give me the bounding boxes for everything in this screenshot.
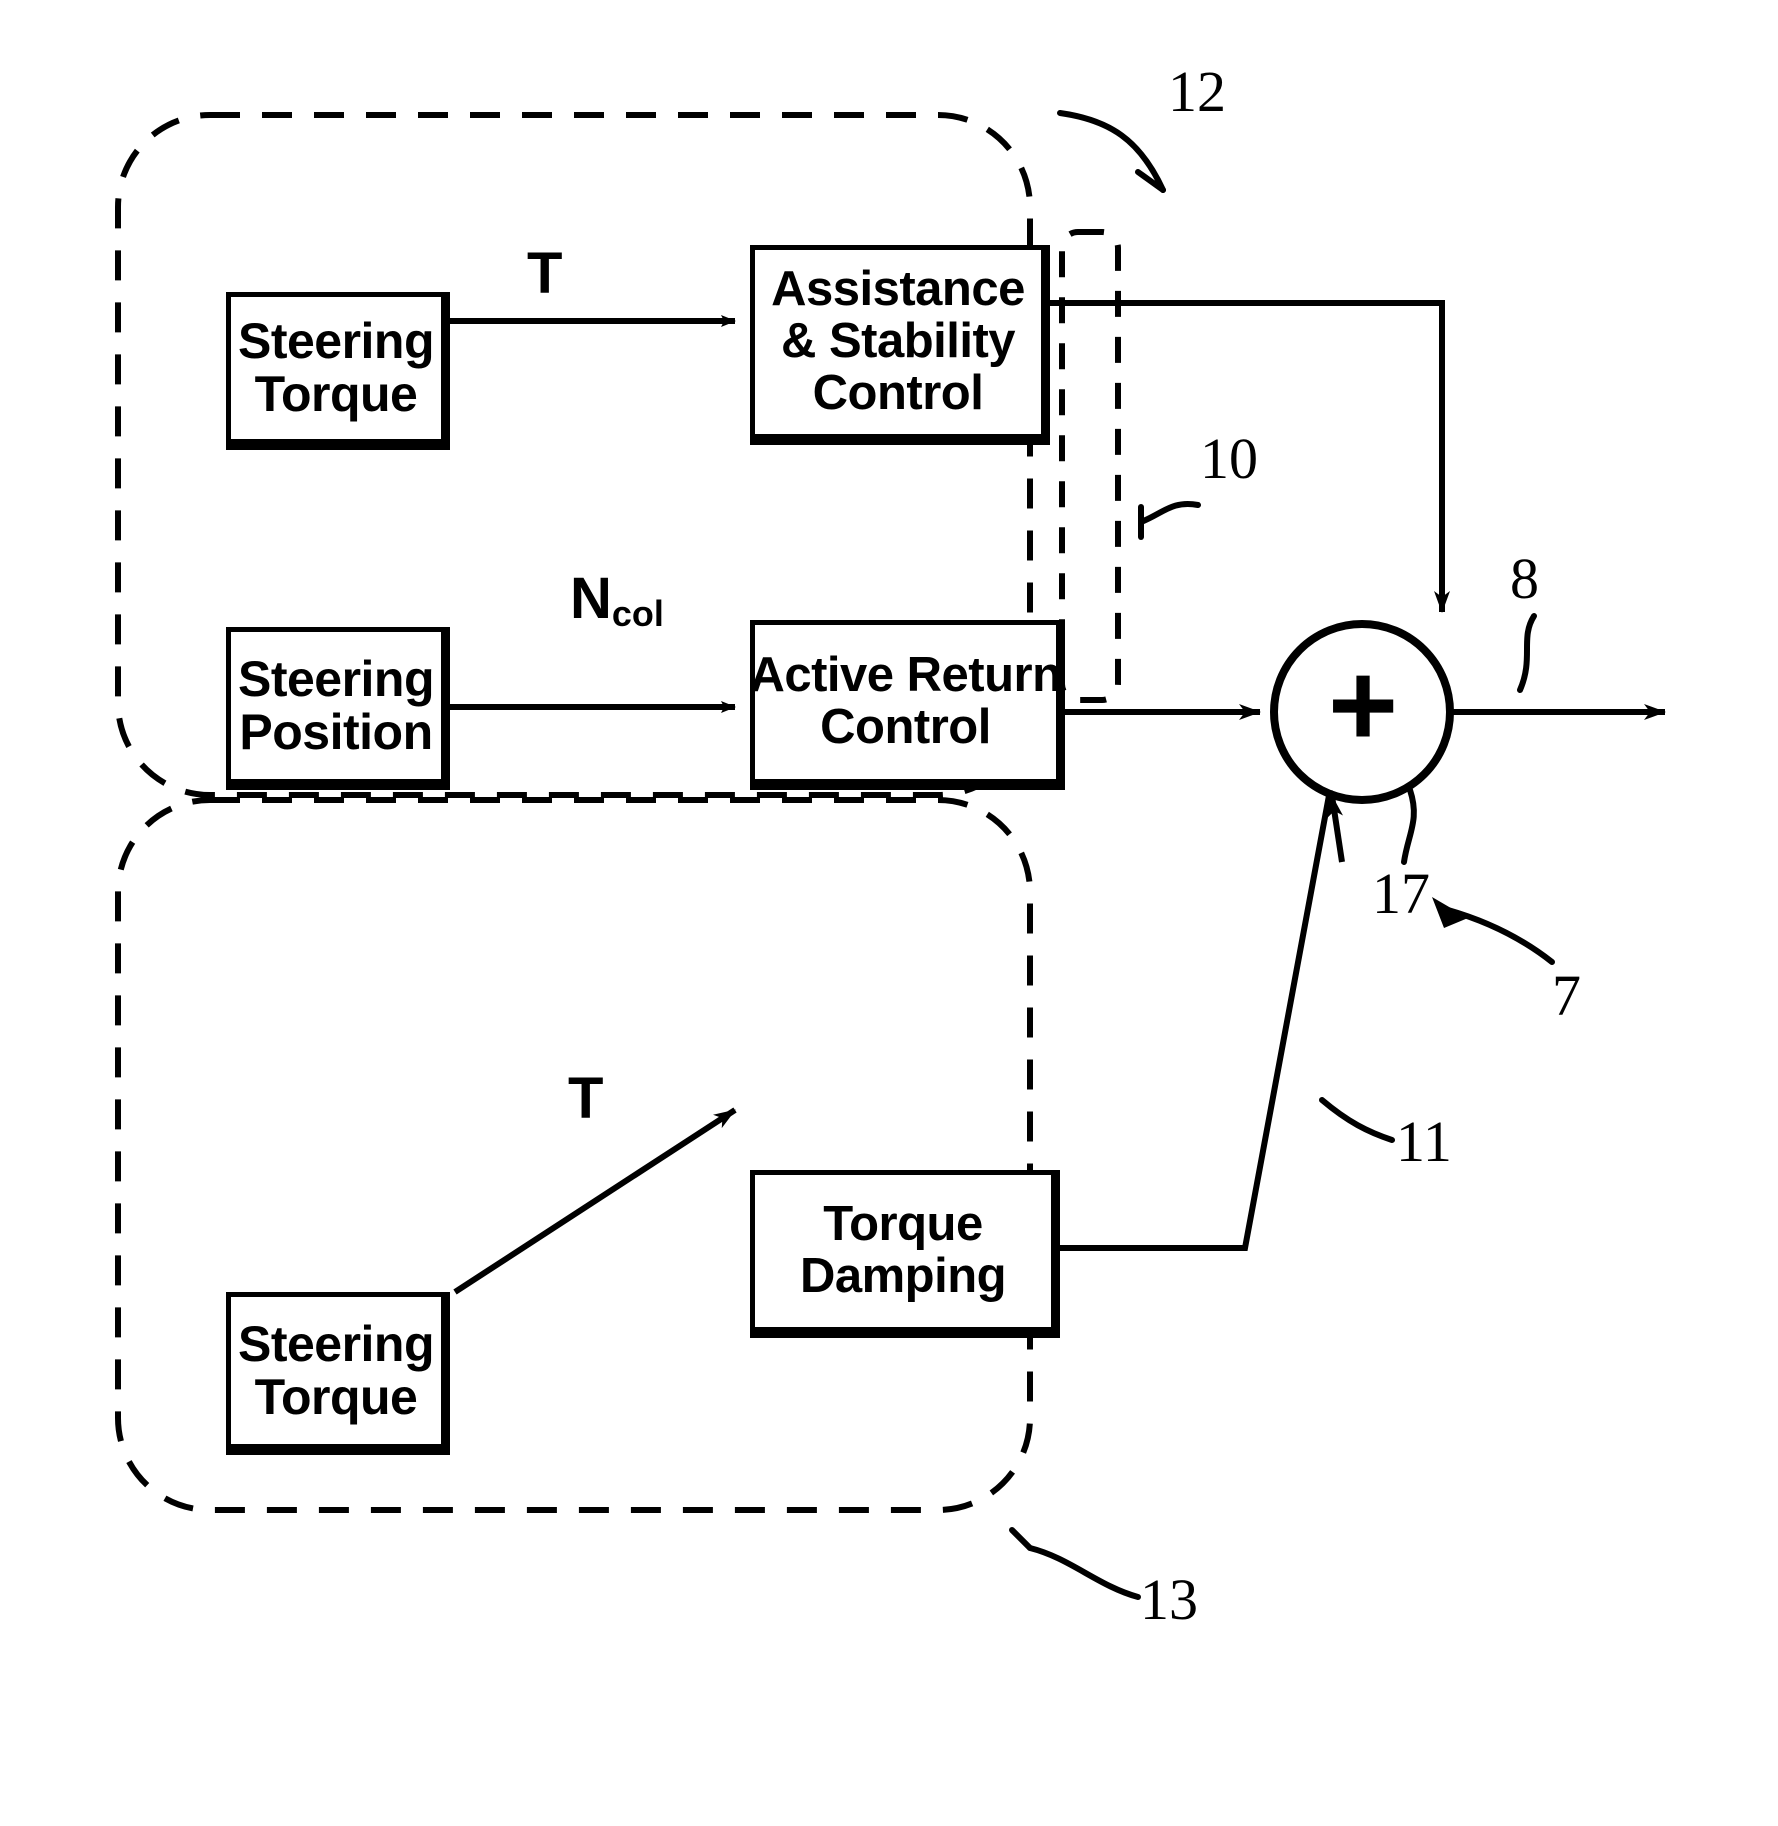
- leader-13-tick: [1009, 1527, 1033, 1551]
- block-active-return-control[interactable]: Active Return Control: [749, 620, 1065, 790]
- wire-damping-to-sum: [1060, 789, 1333, 1251]
- signal-subscript: col: [611, 592, 664, 634]
- block-steering-torque-top[interactable]: Steering Torque: [226, 292, 450, 450]
- block-line: Active Return: [749, 648, 1062, 703]
- signal-label-steering-position: Ncol: [570, 565, 664, 634]
- block-line: Steering: [237, 313, 435, 369]
- numeral-text: 7: [1552, 963, 1581, 1028]
- reference-numeral-10: 10: [1200, 425, 1258, 492]
- figure-canvas: Steering Torque Assistance & Stability C…: [0, 0, 1778, 1826]
- block-line: Control: [820, 700, 991, 754]
- signal-label-torque-top: T: [527, 240, 562, 307]
- block-assistance-stability-control[interactable]: Assistance & Stability Control: [750, 245, 1050, 445]
- numeral-text: 17: [1372, 861, 1430, 926]
- plus-glyph: +: [1327, 638, 1399, 772]
- leader-13: [1027, 1545, 1141, 1600]
- block-line: Torque: [823, 1197, 983, 1252]
- summing-junction-operator: +: [1316, 645, 1410, 765]
- block-line: Control: [812, 365, 984, 420]
- reference-numeral-12: 12: [1168, 58, 1226, 125]
- block-line: Steering: [237, 650, 435, 707]
- signal-text: N: [570, 566, 612, 631]
- wire-torque-bottom-to-damping: [453, 1107, 737, 1295]
- reference-numeral-7: 7: [1552, 962, 1581, 1029]
- wire-damping-to-sum-arrow: [1327, 795, 1345, 863]
- block-line: Position: [239, 703, 433, 760]
- block-steering-torque-bottom[interactable]: Steering Torque: [226, 1292, 450, 1455]
- signal-text: T: [568, 1066, 604, 1131]
- leader-17: [1401, 787, 1417, 865]
- signal-label-torque-bottom: T: [568, 1065, 603, 1132]
- block-torque-damping[interactable]: Torque Damping: [750, 1170, 1060, 1338]
- numeral-text: 11: [1396, 1109, 1452, 1174]
- leader-8: [1517, 613, 1537, 693]
- reference-numeral-17: 17: [1372, 860, 1430, 927]
- block-line: Steering: [237, 1315, 435, 1372]
- block-line: Torque: [254, 1368, 418, 1425]
- block-line: Torque: [254, 366, 418, 422]
- reference-numeral-13: 13: [1140, 1566, 1198, 1633]
- reference-numeral-8: 8: [1510, 545, 1539, 612]
- leader-10: [1138, 501, 1201, 525]
- leader-11: [1319, 1097, 1395, 1143]
- block-steering-position[interactable]: Steering Position: [226, 627, 450, 790]
- reference-numeral-11: 11: [1396, 1108, 1452, 1175]
- numeral-text: 13: [1140, 1567, 1198, 1632]
- numeral-text: 10: [1200, 426, 1258, 491]
- signal-text: T: [527, 241, 563, 306]
- numeral-text: 8: [1510, 546, 1539, 611]
- block-line: & Stability: [780, 314, 1016, 369]
- block-line: Damping: [799, 1249, 1007, 1303]
- numeral-text: 12: [1168, 59, 1226, 124]
- block-line: Assistance: [771, 262, 1025, 317]
